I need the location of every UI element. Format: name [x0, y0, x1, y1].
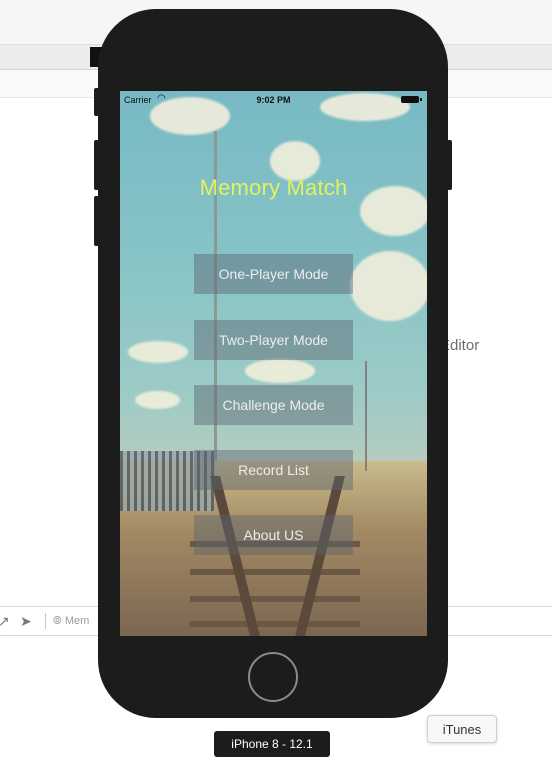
volume-down-button	[94, 196, 99, 246]
itunes-tooltip: iTunes	[427, 715, 497, 743]
cloud	[245, 359, 315, 383]
status-time: 9:02 PM	[256, 95, 291, 105]
memory-graph-button[interactable]: ⦾ Mem	[53, 612, 89, 630]
breakpoint-icon[interactable]: ↗	[0, 612, 10, 630]
rail-sleeper	[190, 569, 360, 575]
rail-sleeper	[190, 621, 360, 627]
record-list-button[interactable]: Record List	[194, 450, 353, 490]
home-button[interactable]	[248, 652, 298, 702]
one-player-mode-button[interactable]: One-Player Mode	[194, 254, 353, 294]
mute-switch	[94, 88, 99, 116]
battery-icon	[401, 96, 422, 103]
status-bar: Carrier ◠ 9:02 PM	[120, 91, 427, 109]
cloud	[350, 251, 427, 321]
two-player-mode-button[interactable]: Two-Player Mode	[194, 320, 353, 360]
cloud	[128, 341, 188, 363]
simulator-screen: Carrier ◠ 9:02 PM Memory Match One-Playe…	[120, 91, 427, 636]
memory-graph-icon: ⦾	[53, 615, 62, 627]
cloud	[135, 391, 180, 409]
about-us-button[interactable]: About US	[194, 515, 353, 555]
power-button	[447, 140, 452, 190]
rail-sleeper	[190, 596, 360, 602]
device-label: iPhone 8 - 12.1	[214, 731, 330, 757]
challenge-mode-button[interactable]: Challenge Mode	[194, 385, 353, 425]
location-arrow-icon[interactable]: ➤	[20, 612, 32, 630]
app-title: Memory Match	[199, 175, 348, 200]
memory-graph-label: Mem	[64, 615, 90, 627]
divider	[45, 613, 46, 629]
tree	[365, 361, 427, 471]
volume-up-button	[94, 140, 99, 190]
